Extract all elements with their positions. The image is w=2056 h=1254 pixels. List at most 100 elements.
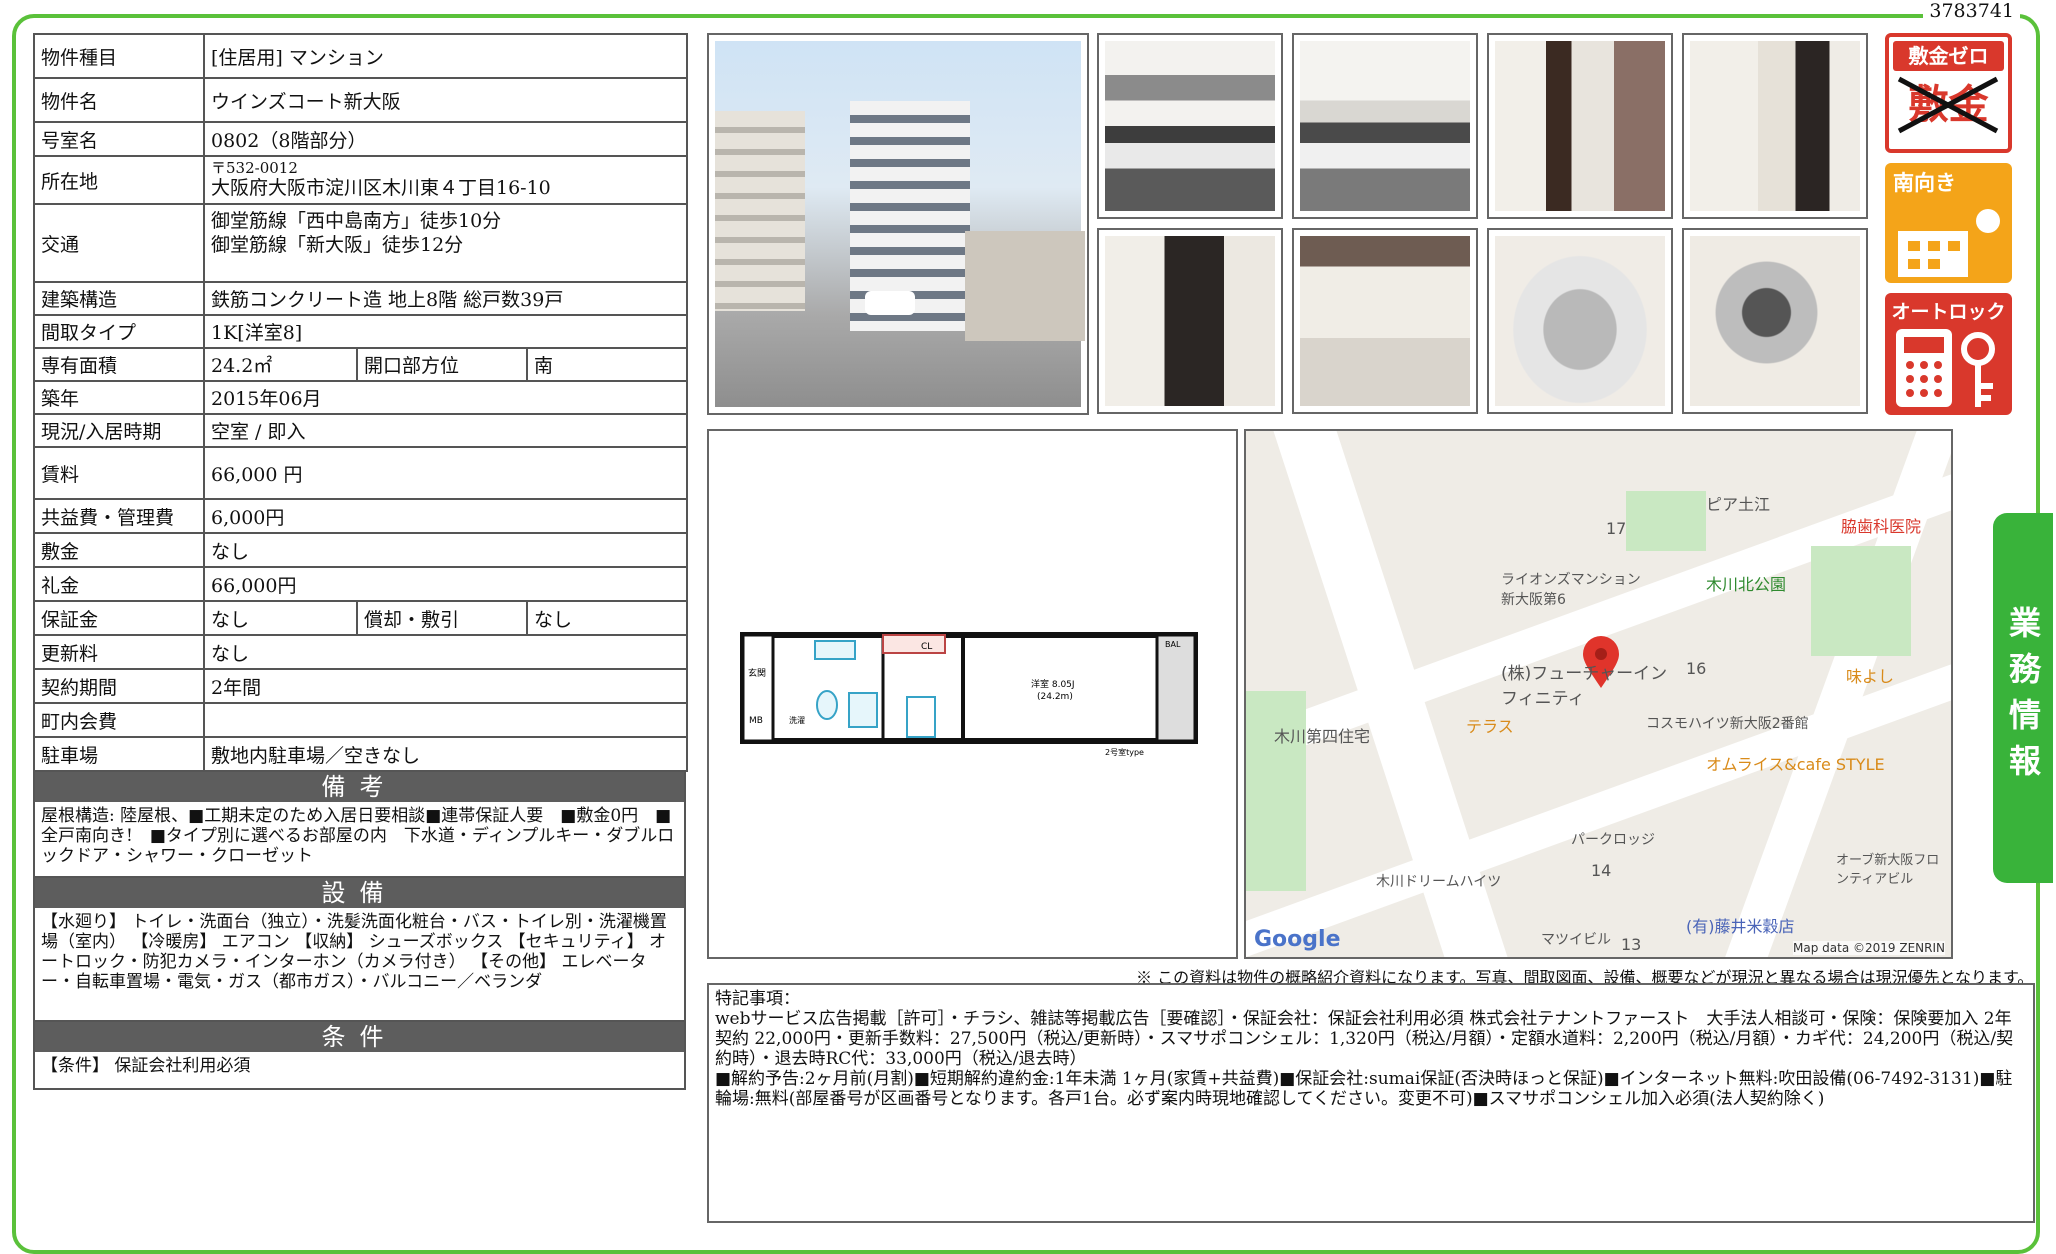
- renewal-value: なし: [202, 634, 689, 670]
- status-value: 空室 / 即入: [202, 413, 689, 448]
- google-logo: Google: [1254, 927, 1341, 952]
- room-value: 0802（8階部分）: [202, 121, 689, 157]
- built-label: 築年: [33, 380, 205, 415]
- house-sun-icon: [1898, 209, 2000, 277]
- facing-value: 南: [525, 347, 689, 382]
- map-label-4: 木川北公園: [1706, 575, 1787, 594]
- community-value: [202, 702, 689, 738]
- keypad-key-icon: [1896, 329, 1995, 407]
- map-label-15: オーブ新大阪フロンティアビル: [1836, 853, 1940, 887]
- term-label: 契約期間: [33, 668, 205, 704]
- layout-value: 1K[洋室8]: [202, 314, 689, 349]
- zero-deposit-badge: 敷金ゼロ 敷金: [1885, 33, 2012, 153]
- floor-plan-bal: BAL: [1165, 640, 1181, 649]
- map-label-17: マツイビル: [1541, 932, 1611, 948]
- term-value: 2年間: [202, 668, 689, 704]
- map-label-16: (有)藤井米穀店: [1686, 917, 1795, 936]
- access-line-2: 御堂筋線「新大阪」徒歩12分: [211, 234, 464, 256]
- notes-header: 備考: [33, 772, 686, 802]
- remarks-line-1: webサービス広告掲載［許可］・チラシ、雑誌等掲載広告［要確認］・保証会社：保証…: [715, 1009, 2014, 1069]
- equipment-text: 【水廻り】 トイレ・洗面台（独立）・洗髪洗面化粧台・バス・トイレ別・洗濯機置場（…: [33, 908, 686, 1022]
- parking-label: 駐車場: [33, 736, 205, 772]
- floor-plan-genkan: 玄関: [748, 667, 766, 679]
- map-credit: Map data ©2019 ZENRIN: [1793, 941, 1945, 955]
- south-facing-badge: 南向き: [1885, 163, 2012, 283]
- keymoney-value: 66,000円: [202, 566, 689, 602]
- map-label-6: 16: [1686, 659, 1707, 678]
- room-photo-2[interactable]: [1292, 33, 1478, 219]
- room-photo-8[interactable]: [1682, 228, 1868, 414]
- parking-value: 敷地内駐車場／空きなし: [202, 736, 689, 772]
- map-label-18: 13: [1621, 935, 1642, 954]
- layout-label: 間取タイプ: [33, 314, 205, 349]
- map-label-11: オムライス&cafe STYLE: [1706, 755, 1885, 774]
- renewal-label: 更新料: [33, 634, 205, 670]
- remarks-title: 特記事項：: [715, 989, 800, 1009]
- notes-text: 屋根構造: 陸屋根、■工期未定のため入居日要相談■連帯保証人要 ■敷金0円 ■全…: [33, 802, 686, 878]
- floor-plan-room-area: (24.2m): [1037, 692, 1073, 702]
- built-value: 2015年06月: [202, 380, 689, 415]
- floor-plan-type: 2号室type: [1105, 747, 1144, 757]
- zip-code: 〒532-0012: [211, 159, 298, 177]
- equipment-header: 設備: [33, 878, 686, 908]
- map-label-7: 味よし: [1846, 667, 1895, 686]
- rent-value: 66,000 円: [202, 446, 689, 500]
- area-value: 24.2㎡: [203, 347, 358, 382]
- type-label: 物件種目: [33, 33, 205, 79]
- room-label: 号室名: [33, 121, 205, 157]
- type-value: [住居用] マンション: [202, 33, 689, 79]
- map-label-14: 木川ドリームハイツ: [1376, 874, 1502, 890]
- map-label-2: 脇歯科医院: [1841, 517, 1922, 536]
- room-photo-3[interactable]: [1487, 33, 1673, 219]
- amort-label: 償却・敷引: [356, 600, 528, 636]
- zero-deposit-badge-title: 敷金ゼロ: [1893, 41, 2004, 71]
- status-label: 現況/入居時期: [33, 413, 205, 448]
- room-photo-7[interactable]: [1487, 228, 1673, 414]
- deposit-label: 敷金: [33, 532, 205, 568]
- room-photo-5[interactable]: [1097, 228, 1283, 414]
- address-cell: 〒532-0012 大阪府大阪市淀川区木川東４丁目16-10: [202, 155, 689, 205]
- floor-plan[interactable]: 玄関 MB 洗濯 CL 洋室 8.05J (24.2m) BAL 2号室type: [707, 429, 1238, 959]
- map-label-13: 14: [1591, 861, 1612, 880]
- conditions-header: 条件: [33, 1022, 686, 1052]
- remarks-line-2: ■解約予告:2ヶ月前(月割)■短期解約違約金:1年未満 1ヶ月(家賃+共益費)■…: [715, 1069, 2013, 1109]
- floor-plan-sen: 洗濯: [789, 715, 805, 725]
- map-label-5: (株)フューチャーインフィニティ: [1501, 664, 1668, 709]
- map-label-10: コスモハイツ新大阪2番館: [1646, 716, 1809, 732]
- rent-label: 賃料: [33, 446, 205, 500]
- map-label-0: ピア土江: [1706, 495, 1771, 514]
- cross-out-icon: [1897, 76, 1999, 134]
- guarantee-value: なし: [203, 600, 358, 636]
- south-facing-badge-text: 南向き: [1893, 171, 1956, 195]
- facing-label: 開口部方位: [356, 347, 528, 382]
- structure-label: 建築構造: [33, 281, 205, 316]
- floor-plan-cl: CL: [921, 642, 932, 652]
- floor-plan-drawing: 玄関 MB 洗濯 CL 洋室 8.05J (24.2m) BAL 2号室type: [740, 632, 1198, 757]
- floor-plan-room-label: 洋室 8.05J: [1031, 678, 1075, 690]
- keymoney-label: 礼金: [33, 566, 205, 602]
- autolock-badge: オートロック: [1885, 293, 2012, 415]
- zero-deposit-badge-main: 敷金: [1889, 75, 2008, 135]
- access-label: 交通: [33, 203, 205, 283]
- area-label: 専有面積: [33, 347, 205, 382]
- name-label: 物件名: [33, 77, 205, 123]
- location-map[interactable]: ピア土江 17 脇歯科医院 ライオンズマンション新大阪第6 木川北公園 (株)フ…: [1244, 429, 1953, 959]
- autolock-badge-text: オートロック: [1891, 301, 2006, 323]
- map-label-12: パークロッジ: [1571, 832, 1655, 848]
- map-label-1: 17: [1606, 519, 1627, 538]
- address-label: 所在地: [33, 155, 205, 205]
- deposit-value: なし: [202, 532, 689, 568]
- room-photo-6[interactable]: [1292, 228, 1478, 414]
- map-label-9: テラス: [1466, 717, 1514, 736]
- property-spec-table: 物件種目 [住居用] マンション 物件名 ウインズコート新大阪 号室名 0802（8階…: [33, 33, 689, 772]
- access-line-1: 御堂筋線「西中島南方」徒歩10分: [211, 210, 502, 232]
- room-photo-1[interactable]: [1097, 33, 1283, 219]
- building-exterior-photo[interactable]: [707, 33, 1089, 415]
- amort-value: なし: [525, 600, 689, 636]
- business-info-tab[interactable]: 業務情報: [1993, 513, 2053, 883]
- structure-value: 鉄筋コンクリート造 地上8階 総戸数39戸: [202, 281, 689, 316]
- fee-value: 6,000円: [202, 498, 689, 534]
- map-label-8: 木川第四住宅: [1274, 727, 1371, 746]
- room-photo-4[interactable]: [1682, 33, 1868, 219]
- document-id: 3783741: [1923, 0, 2020, 22]
